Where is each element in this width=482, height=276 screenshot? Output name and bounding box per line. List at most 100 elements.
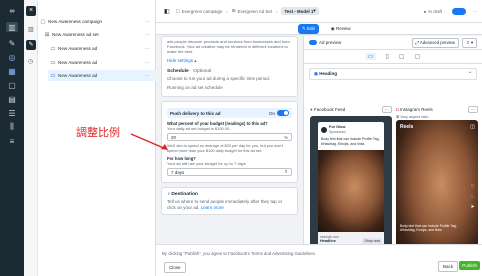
instagram-icon: ◘	[396, 106, 399, 112]
all-placements-icon[interactable]: ▭	[365, 53, 376, 60]
share-button[interactable]: ⇪ ▾	[462, 37, 477, 48]
spend-note: We'll aim to spend an average of $20 per…	[167, 143, 284, 153]
ad-preview-panel: Ad preview ⤢ Advanced preview ⇪ ▾ ▭ ▯ ▢ …	[303, 36, 482, 262]
facebook-feed-title: ● Facebook Feed ···	[310, 104, 392, 114]
annotation-arrow-icon	[130, 133, 168, 150]
tree-row-campaign[interactable]: ▢ New Awareness campaign ···	[38, 16, 156, 27]
learn-more-link[interactable]: Learn more	[201, 205, 224, 210]
reels-body: Body text that can include Profile Tag, …	[400, 224, 457, 233]
story-icon[interactable]: ▢	[399, 53, 405, 60]
panel-icon[interactable]: ▥	[28, 26, 34, 33]
ad-name: New Awareness ad	[58, 46, 98, 51]
tree-row-ad-selected[interactable]: ▭ New Awareness ad ···	[48, 70, 156, 81]
folder-icon: ▢	[175, 8, 180, 13]
heart-icon[interactable]: ♡	[471, 182, 475, 192]
schedule-desc: Choose to run your ad during a specific …	[167, 76, 271, 81]
footer-bar: By clicking "Publish", you agree to Face…	[156, 244, 482, 276]
destination-title: ◑ Destination	[167, 192, 198, 197]
aspect-ratio-note: ⊠ Vary aspect ratio	[396, 115, 429, 119]
feed-icon[interactable]: ▯	[386, 53, 389, 60]
more-icon[interactable]: ···	[145, 32, 151, 37]
edit-icon[interactable]: ✎	[6, 38, 18, 48]
grid-icon[interactable]: ▦	[6, 66, 18, 76]
running-note: Running on ad set schedule	[167, 85, 223, 90]
more-icon[interactable]: ···	[381, 105, 392, 113]
adset-name: New Awareness ad set	[52, 32, 99, 37]
folder-icon: ▢	[40, 18, 46, 25]
terms-text: By clicking "Publish", you agree to Face…	[162, 251, 317, 256]
annotation-text: 調整比例	[76, 126, 120, 139]
days-select[interactable]: 7 days ⇕	[167, 168, 292, 176]
back-button[interactable]: Back	[437, 261, 458, 272]
breadcrumb-campaign[interactable]: ▢ Evergreen campaign	[176, 8, 223, 14]
schedule-card: ads people discover products and service…	[161, 36, 298, 97]
grid-icon: ⊞	[231, 8, 236, 13]
ad-preview-toggle[interactable]: Ad preview	[309, 40, 341, 45]
pencil-icon[interactable]: ✎	[26, 40, 36, 50]
close-button[interactable]: Close	[164, 262, 186, 273]
tree-toolbar: × ▥ ✎ ◷	[24, 0, 38, 276]
more-icon[interactable]: ···	[145, 19, 151, 24]
campaign-name: New Awareness campaign	[48, 19, 103, 24]
bars-icon[interactable]: ≡	[6, 136, 18, 146]
updown-icon: ⇕	[284, 169, 288, 174]
chart-icon[interactable]: ▥	[6, 22, 18, 32]
sidebar-toggle-icon[interactable]: ◧	[164, 8, 170, 15]
reels-actions: ♡ ◌ ➤	[471, 182, 475, 212]
hide-settings-link[interactable]: Hide settings ▴	[167, 58, 292, 64]
library-icon[interactable]: ▤	[6, 94, 18, 104]
ad-icon: ▭	[50, 59, 56, 66]
more-icon[interactable]: ···	[145, 73, 151, 78]
breadcrumb-separator: ›	[226, 8, 228, 14]
more-icon[interactable]: ···	[473, 9, 478, 14]
destination-icon: ◑	[167, 192, 170, 197]
push-delivery-row: Push delivery to this ad On	[167, 108, 292, 118]
instagram-reels-column: ◘ Instagram Reels ··· ⊠ Vary aspect rati…	[396, 104, 478, 262]
grid-icon: ⊞	[44, 31, 50, 38]
advanced-preview-button[interactable]: ⤢ Advanced preview	[411, 37, 460, 48]
globe-icon[interactable]: ◎	[6, 52, 18, 62]
share-icon[interactable]: ➤	[471, 202, 475, 212]
tab-edit[interactable]: ✎ Edit	[298, 23, 319, 34]
tree-row-ad[interactable]: ▭ New Awareness ad ···	[48, 43, 156, 54]
clock-icon[interactable]: ◷	[28, 58, 33, 65]
ad-name: New Awareness ad	[58, 73, 98, 78]
edit-review-tabs: ✎ Edit ◉ Review	[156, 23, 482, 35]
push-delivery-toggle[interactable]	[277, 110, 289, 116]
publish-button[interactable]: Publish	[459, 261, 480, 270]
close-panel-icon[interactable]: ×	[26, 6, 36, 16]
list-icon[interactable]: ☰	[6, 108, 18, 118]
draft-dot-icon: ●	[423, 8, 427, 14]
instagram-reels-title: ◘ Instagram Reels ···	[396, 104, 478, 114]
schedule-title: Schedule · Optional	[167, 69, 212, 74]
reels-preview: Reels ◫ ♡ ◌ ➤ Body text that can include…	[396, 120, 478, 262]
ads-manager-app: ∞ ▥ ✎ ◎ ▦ ▢ ▤ ☰ ⫼ ≡ × ▥ ✎ ◷ ▢ New Awaren…	[0, 0, 482, 276]
ad-name: New Awareness ad	[58, 60, 98, 65]
square-icon[interactable]: ▢	[414, 53, 420, 60]
tree-row-ad[interactable]: ▭ New Awareness ad ···	[48, 57, 156, 68]
heading-bar[interactable]: ◉ Heading ⌃	[309, 68, 477, 80]
more-icon[interactable]: ···	[145, 46, 151, 51]
reels-label: Reels	[400, 124, 414, 130]
meta-logo-icon[interactable]: ∞	[6, 6, 18, 16]
comment-icon[interactable]: ◌	[471, 192, 475, 202]
tree-row-adset[interactable]: ⊞ New Awareness ad set ···	[42, 29, 156, 40]
left-rail: ∞ ▥ ✎ ◎ ▦ ▢ ▤ ☰ ⫼ ≡	[0, 0, 24, 276]
destination-desc: Tell us where to send people immediately…	[167, 199, 283, 210]
toggle-icon	[309, 40, 317, 45]
chevron-up-icon: ⌃	[468, 71, 472, 76]
more-icon[interactable]: ···	[467, 105, 478, 113]
camera-icon: ◫	[470, 124, 475, 130]
columns-icon[interactable]: ⫼	[6, 122, 18, 132]
folder-icon[interactable]: ▢	[6, 80, 18, 90]
feed-post: For Glow Sponsored Body text that can inc…	[318, 122, 384, 260]
breadcrumb-ad[interactable]: Test - Model 1 ▾	[281, 7, 319, 15]
publish-toggle[interactable]	[452, 7, 466, 15]
post-header: For Glow Sponsored	[318, 122, 384, 137]
percent-input[interactable]: 20 %	[167, 133, 292, 141]
breadcrumb-adset[interactable]: ⊞ Evergreen Ad Set	[232, 8, 272, 14]
facebook-icon: ●	[310, 106, 313, 112]
tab-review[interactable]: ◉ Review	[327, 24, 355, 34]
more-icon[interactable]: ···	[145, 60, 151, 65]
ad-form: ads people discover products and service…	[161, 36, 298, 244]
